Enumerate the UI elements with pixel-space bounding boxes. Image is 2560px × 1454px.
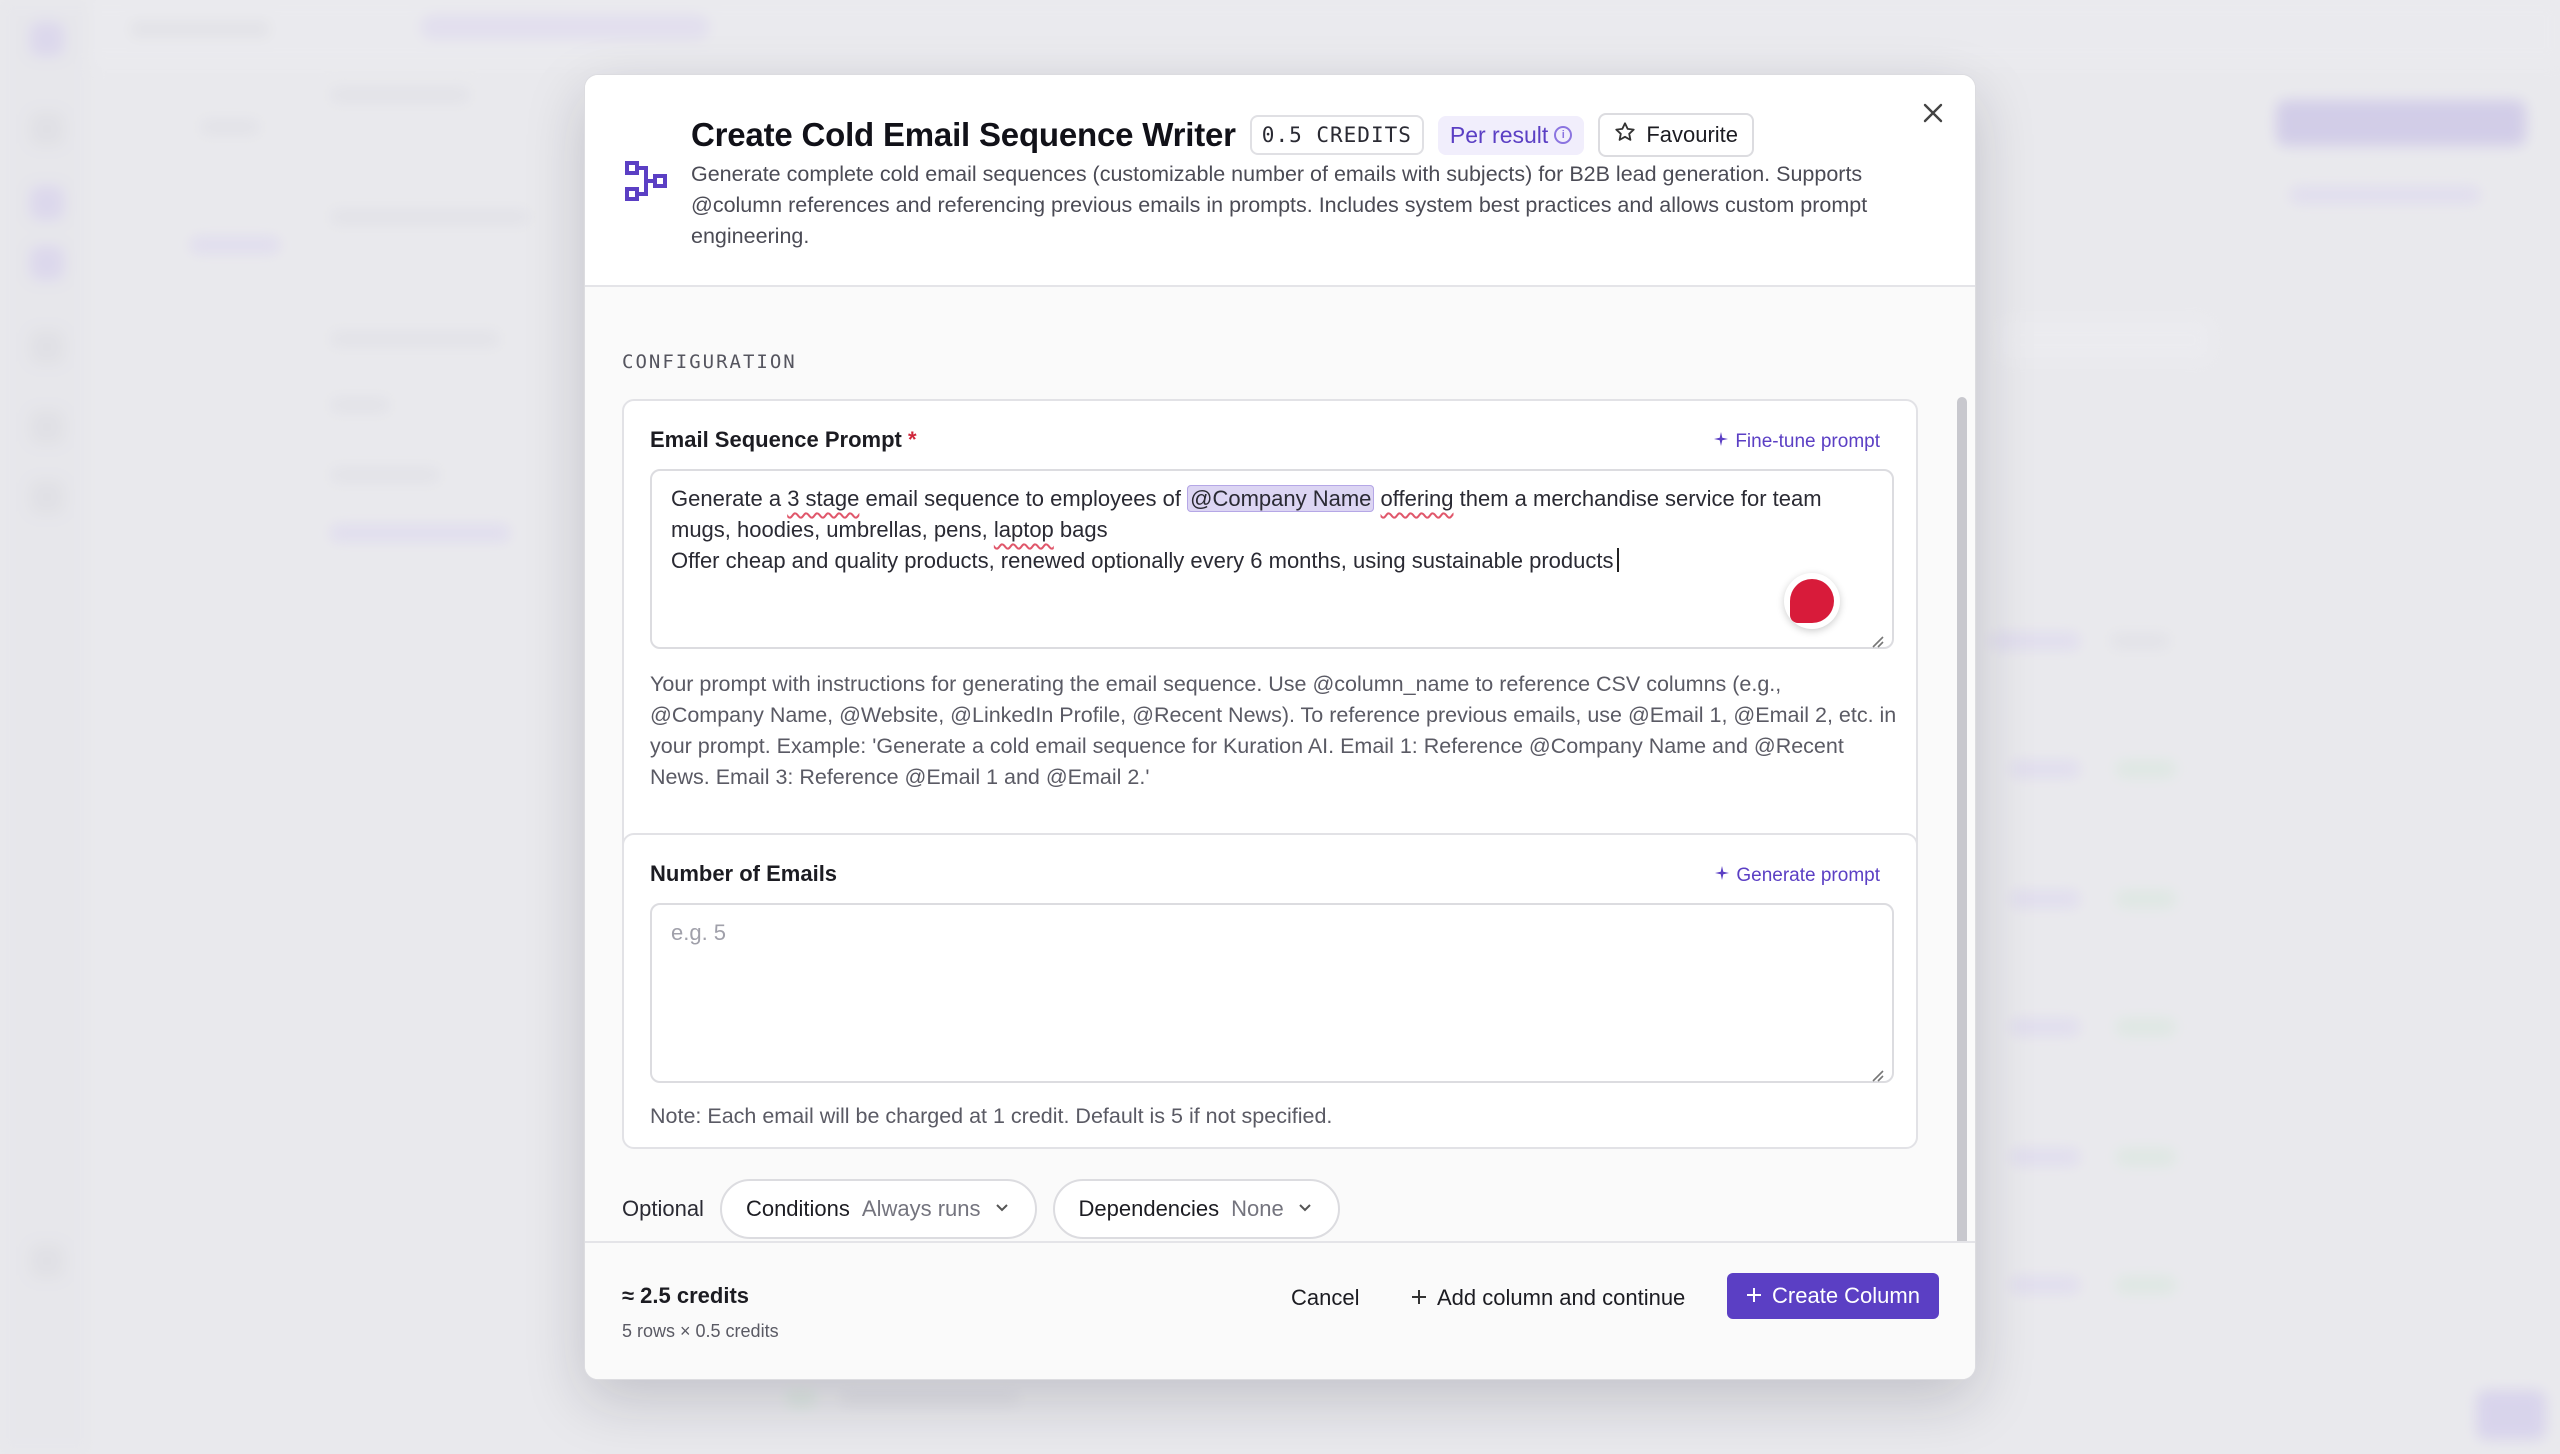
number-of-emails-input[interactable]: e.g. 5 (650, 903, 1894, 1083)
scrollbar-thumb[interactable] (1957, 397, 1967, 1267)
credit-estimate: ≈ 2.5 credits (622, 1283, 750, 1308)
conditions-key: Conditions (745, 1196, 850, 1221)
emails-note: Note: Each email will be charged at 1 cr… (650, 1104, 1333, 1128)
configuration-heading: CONFIGURATION (622, 351, 797, 373)
chevron-down-icon (1296, 1196, 1314, 1222)
workflow-icon (625, 159, 669, 203)
credits-badge: 0.5 CREDITS (1249, 115, 1424, 155)
modal-description: Generate complete cold email sequences (… (691, 162, 1868, 248)
prompt-text: bags (1053, 517, 1108, 542)
conditions-value: Always runs (861, 1196, 981, 1221)
prompt-help-text: Your prompt with instructions for genera… (650, 672, 1897, 789)
per-result-label: Per result (1449, 121, 1549, 148)
sparkle-icon (1714, 865, 1730, 887)
dependencies-dropdown[interactable]: Dependencies None (1052, 1179, 1340, 1239)
prompt-label-text: Email Sequence Prompt (650, 427, 902, 452)
add-continue-label: Add column and continue (1437, 1285, 1686, 1310)
resize-handle-icon[interactable] (1870, 625, 1884, 648)
optional-label: Optional (622, 1196, 704, 1221)
cancel-button[interactable]: Cancel (1291, 1285, 1359, 1311)
text-caret (1616, 548, 1619, 572)
prompt-text: Generate a (671, 486, 788, 511)
info-icon[interactable]: i (1554, 126, 1573, 144)
conditions-dropdown[interactable]: Conditions Always runs (719, 1179, 1037, 1239)
number-of-emails-label: Number of Emails (650, 861, 838, 886)
column-mention-chip[interactable]: @Company Name (1187, 485, 1375, 512)
fine-tune-prompt-label: Fine-tune prompt (1735, 431, 1880, 452)
resize-handle-icon[interactable] (1870, 1059, 1884, 1082)
generate-prompt-label: Generate prompt (1736, 865, 1880, 886)
fine-tune-prompt-button[interactable]: Fine-tune prompt (1713, 431, 1880, 453)
emails-placeholder: e.g. 5 (671, 920, 727, 945)
required-marker: * (907, 427, 917, 452)
credit-estimate-detail: 5 rows × 0.5 credits (622, 1321, 779, 1341)
add-column-and-continue-button[interactable]: Add column and continue (1411, 1285, 1685, 1311)
spelling-flag[interactable]: 3 stage (787, 486, 859, 511)
generate-prompt-button[interactable]: Generate prompt (1714, 865, 1880, 887)
grammar-assistant-icon[interactable] (1784, 573, 1840, 629)
favourite-label: Favourite (1646, 122, 1739, 147)
plus-icon (1746, 1283, 1762, 1309)
close-icon[interactable] (1913, 93, 1953, 133)
dependencies-key: Dependencies (1078, 1196, 1220, 1221)
prompt-field-card: Email Sequence Prompt * Fine-tune prompt… (622, 399, 1918, 889)
modal-header: Create Cold Email Sequence Writer 0.5 CR… (585, 75, 1975, 287)
create-column-label: Create Column (1772, 1283, 1920, 1308)
star-icon (1614, 121, 1636, 149)
create-column-modal: Create Cold Email Sequence Writer 0.5 CR… (584, 74, 1976, 1380)
emails-field-card: Number of Emails Generate prompt e.g. 5 … (622, 833, 1918, 1149)
modal-scrollbar[interactable] (1957, 319, 1967, 1267)
per-result-badge[interactable]: Per result i (1437, 115, 1585, 155)
email-sequence-prompt-textarea[interactable]: Generate a 3 stage email sequence to emp… (650, 469, 1894, 649)
plus-icon (1411, 1285, 1427, 1311)
modal-footer: ≈ 2.5 credits 5 rows × 0.5 credits Cance… (585, 1241, 1975, 1379)
prompt-text: email sequence to employees of (859, 486, 1188, 511)
spelling-flag[interactable]: offering (1381, 486, 1454, 511)
prompt-text: Offer cheap and quality products, renewe… (671, 548, 1614, 573)
chevron-down-icon (993, 1196, 1011, 1222)
favourite-button[interactable]: Favourite (1598, 113, 1755, 157)
prompt-field-label: Email Sequence Prompt * (650, 427, 917, 453)
dependencies-value: None (1231, 1196, 1284, 1221)
modal-title: Create Cold Email Sequence Writer (691, 116, 1236, 153)
optional-settings-row: Optional Conditions Always runs Dependen… (622, 1179, 1340, 1239)
create-column-button[interactable]: Create Column (1727, 1273, 1939, 1319)
title-row: Create Cold Email Sequence Writer 0.5 CR… (691, 113, 1755, 157)
spelling-flag[interactable]: laptop (994, 517, 1054, 542)
sparkle-icon (1713, 431, 1729, 453)
